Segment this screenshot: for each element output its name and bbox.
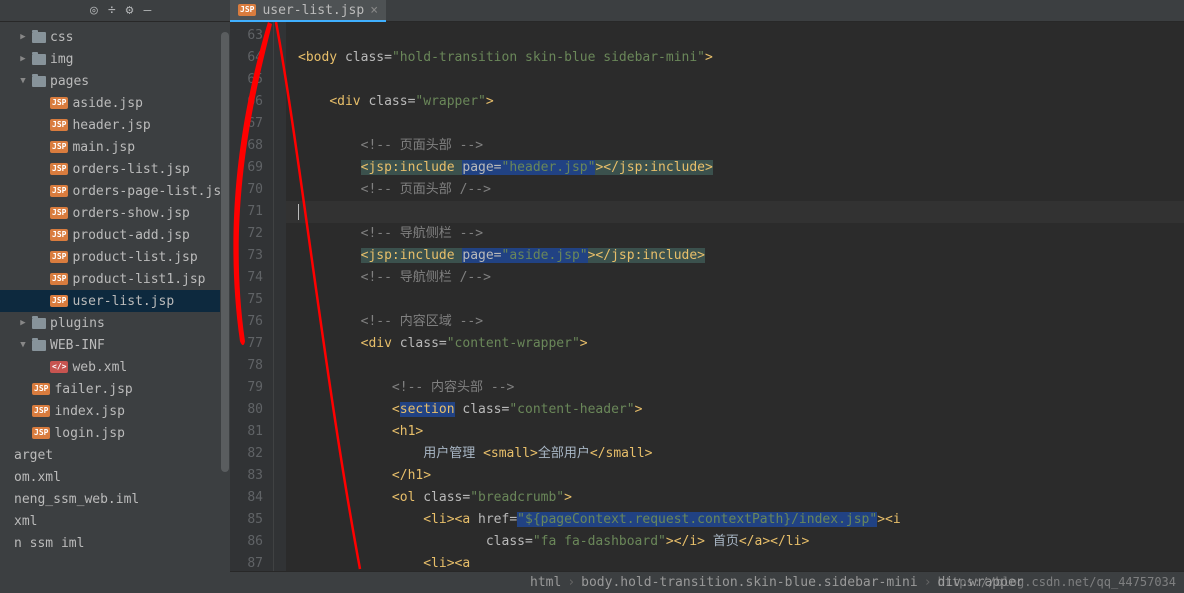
breadcrumb-item[interactable]: html [530,575,561,590]
tree-node[interactable]: JSPproduct-add.jsp [0,224,230,246]
tree-node[interactable]: ▼WEB-INF [0,334,230,356]
collapse-icon[interactable]: ÷ [108,3,116,18]
gear-icon[interactable]: ⚙ [126,3,134,18]
tree-node[interactable]: JSPmain.jsp [0,136,230,158]
tree-node[interactable]: ▶img [0,48,230,70]
project-tree[interactable]: ▶css▶img▼pagesJSPaside.jspJSPheader.jspJ… [0,22,230,593]
tree-node[interactable]: JSPaside.jsp [0,92,230,114]
tree-node[interactable]: JSPuser-list.jsp [0,290,230,312]
tree-node[interactable]: neng_ssm_web.iml [0,488,230,510]
tree-node[interactable]: xml [0,510,230,532]
editor-tabs: JSP user-list.jsp × [230,0,1184,21]
close-icon[interactable]: × [370,3,378,18]
tree-node[interactable]: JSPorders-page-list.jsp [0,180,230,202]
tree-node[interactable]: om.xml [0,466,230,488]
tree-node[interactable]: ▶css [0,26,230,48]
tree-node[interactable]: JSPlogin.jsp [0,422,230,444]
tab-label: user-list.jsp [262,3,364,18]
tree-node[interactable]: JSPproduct-list1.jsp [0,268,230,290]
tree-node[interactable]: JSPproduct-list.jsp [0,246,230,268]
tree-node[interactable]: JSPorders-list.jsp [0,158,230,180]
tree-node[interactable]: ▶plugins [0,312,230,334]
title-bar: ◎ ÷ ⚙ — JSP user-list.jsp × [0,0,1184,22]
target-icon[interactable]: ◎ [90,3,98,18]
tab-user-list[interactable]: JSP user-list.jsp × [230,0,386,22]
tree-node[interactable]: arget [0,444,230,466]
line-gutter: 6364656667686970717273747576777879808182… [230,22,274,571]
fold-strip[interactable] [274,22,286,571]
tree-node[interactable]: n ssm iml [0,532,230,554]
watermark: https://blog.csdn.net/qq_44757034 [938,575,1176,589]
code-content[interactable]: <body class="hold-transition skin-blue s… [286,22,1184,571]
tree-node[interactable]: JSPindex.jsp [0,400,230,422]
tree-node[interactable]: JSPheader.jsp [0,114,230,136]
tree-node[interactable]: ▼pages [0,70,230,92]
tree-node[interactable]: JSPorders-show.jsp [0,202,230,224]
minimize-icon[interactable]: — [143,3,151,18]
jsp-file-icon: JSP [238,4,256,16]
code-editor[interactable]: 6364656667686970717273747576777879808182… [230,22,1184,593]
sidebar-scrollbar[interactable] [220,22,230,593]
tree-node[interactable]: JSPfailer.jsp [0,378,230,400]
tree-node[interactable]: </>web.xml [0,356,230,378]
breadcrumb-item[interactable]: body.hold-transition.skin-blue.sidebar-m… [581,575,918,590]
